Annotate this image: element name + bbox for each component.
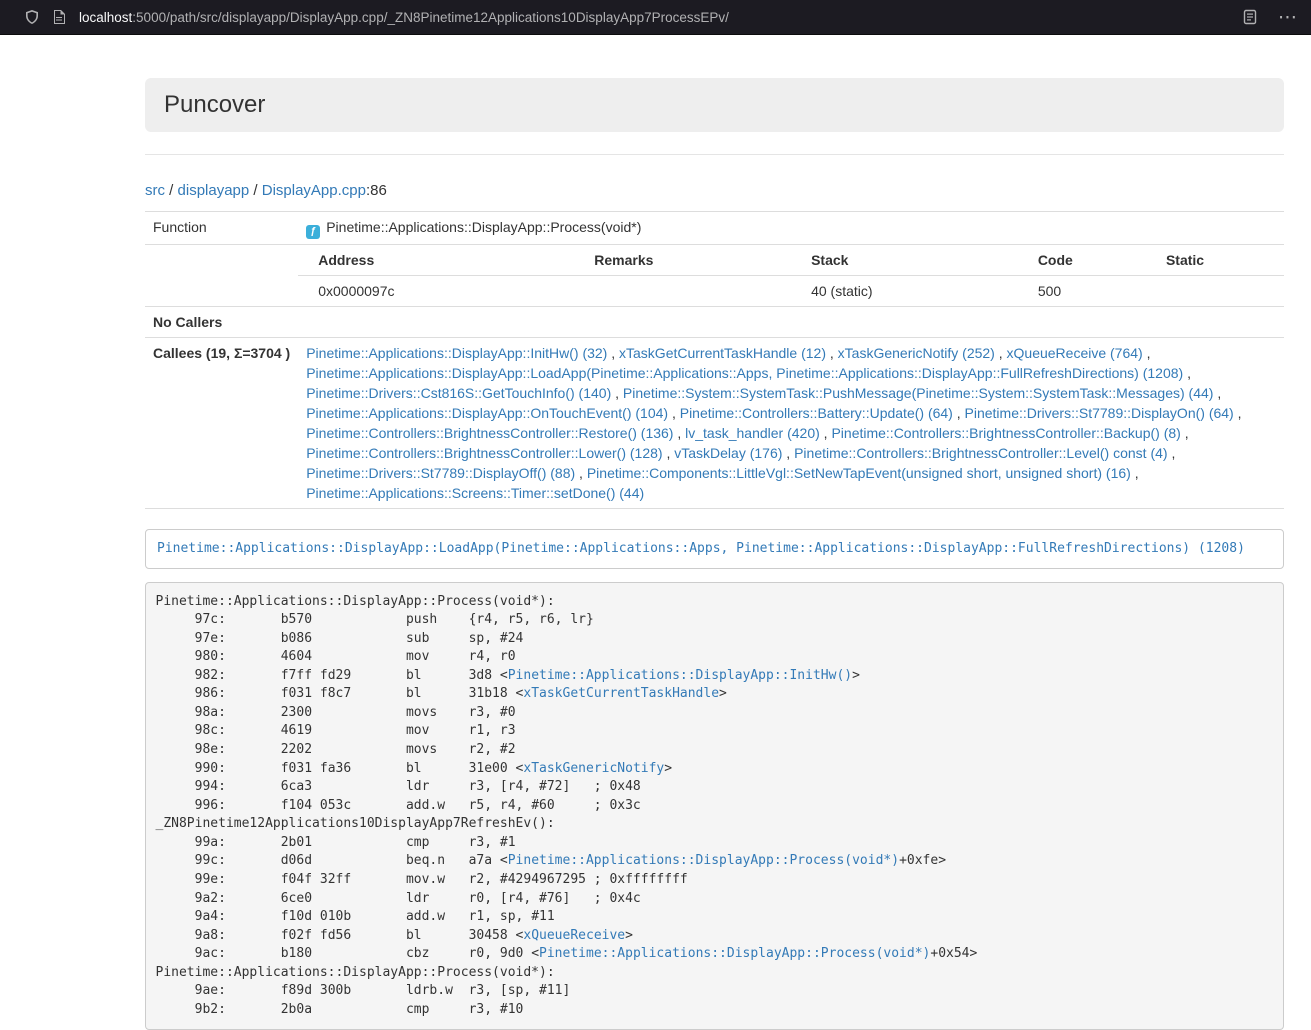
assembly-symbol-link[interactable]: xTaskGetCurrentTaskHandle	[523, 686, 719, 701]
assembly-symbol-link[interactable]: xQueueReceive	[523, 928, 625, 943]
callee-link[interactable]: Pinetime::Controllers::BrightnessControl…	[794, 445, 1167, 461]
function-name: Pinetime::Applications::DisplayApp::Proc…	[326, 219, 641, 235]
column-header: Stack	[791, 245, 1018, 276]
assembly-symbol-link[interactable]: xTaskGenericNotify	[523, 761, 664, 776]
symbol-details-table: AddressRemarksStackCodeStatic 0x0000097c…	[298, 245, 1284, 306]
browser-chrome: localhost:5000/path/src/displayapp/Displ…	[0, 0, 1311, 35]
breadcrumb: src / displayapp / DisplayApp.cpp:86	[145, 181, 1284, 201]
detail-value	[1146, 276, 1284, 307]
breadcrumb-link[interactable]: DisplayApp.cpp	[262, 182, 366, 199]
main-content: Puncover src / displayapp / DisplayApp.c…	[130, 78, 1299, 1030]
function-label: Function	[145, 212, 298, 245]
callee-link[interactable]: xTaskGetCurrentTaskHandle (12)	[619, 345, 826, 361]
callee-link[interactable]: vTaskDelay (176)	[674, 445, 782, 461]
jumbotron: Puncover	[145, 78, 1284, 132]
detail-value: 40 (static)	[791, 276, 1018, 307]
function-type-icon: ƒ	[306, 225, 320, 239]
highlighted-symbol-box: Pinetime::Applications::DisplayApp::Load…	[145, 529, 1284, 569]
callee-link[interactable]: xTaskGenericNotify (252)	[838, 345, 995, 361]
breadcrumb-link[interactable]: src	[145, 182, 165, 199]
no-callers-label: No Callers	[145, 307, 298, 338]
detail-value: 500	[1018, 276, 1146, 307]
callee-link[interactable]: Pinetime::Drivers::Cst816S::GetTouchInfo…	[306, 385, 611, 401]
callees-list: Pinetime::Applications::DisplayApp::Init…	[298, 338, 1284, 509]
site-info-icon[interactable]	[52, 9, 66, 25]
detail-value	[574, 276, 791, 307]
callee-link[interactable]: Pinetime::Applications::DisplayApp::Init…	[306, 345, 607, 361]
callee-link[interactable]: Pinetime::Drivers::St7789::DisplayOn() (…	[965, 405, 1234, 421]
no-callers-row: No Callers	[145, 307, 1284, 338]
callee-link[interactable]: Pinetime::Controllers::BrightnessControl…	[831, 425, 1180, 441]
url-path: :5000/path/src/displayapp/DisplayApp.cpp…	[132, 10, 729, 25]
column-header: Remarks	[574, 245, 791, 276]
page-title: Puncover	[164, 91, 1265, 119]
callees-row: Callees (19, Σ=3704 ) Pinetime::Applicat…	[145, 338, 1284, 509]
assembly-listing: Pinetime::Applications::DisplayApp::Proc…	[145, 582, 1284, 1030]
column-header: Static	[1146, 245, 1284, 276]
callee-link[interactable]: lv_task_handler (420)	[685, 425, 820, 441]
callee-link[interactable]: Pinetime::Drivers::St7789::DisplayOff() …	[306, 465, 575, 481]
column-header: Code	[1018, 245, 1146, 276]
callee-link[interactable]: Pinetime::Applications::DisplayApp::Load…	[306, 365, 1183, 381]
assembly-symbol-link[interactable]: Pinetime::Applications::DisplayApp::Init…	[508, 668, 852, 683]
assembly-symbol-link[interactable]: Pinetime::Applications::DisplayApp::Proc…	[508, 853, 899, 868]
tracking-shield-icon[interactable]	[24, 9, 40, 25]
callees-label: Callees (19, Σ=3704 )	[145, 338, 298, 509]
callee-link[interactable]: Pinetime::Controllers::BrightnessControl…	[306, 425, 673, 441]
callee-link[interactable]: Pinetime::Applications::Screens::Timer::…	[306, 485, 644, 501]
details-row: AddressRemarksStackCodeStatic 0x0000097c…	[145, 245, 1284, 307]
callee-link[interactable]: xQueueReceive (764)	[1007, 345, 1143, 361]
url-bar[interactable]: localhost:5000/path/src/displayapp/Displ…	[79, 10, 1242, 25]
callee-link[interactable]: Pinetime::System::SystemTask::PushMessag…	[623, 385, 1214, 401]
symbol-table: Function ƒPinetime::Applications::Displa…	[145, 211, 1284, 509]
breadcrumb-link[interactable]: displayapp	[178, 182, 250, 199]
column-header: Address	[298, 245, 574, 276]
breadcrumb-line-number: :86	[366, 182, 387, 199]
divider	[145, 154, 1284, 155]
callee-link[interactable]: Pinetime::Applications::DisplayApp::OnTo…	[306, 405, 668, 421]
reader-mode-icon[interactable]	[1242, 9, 1258, 25]
callee-link[interactable]: Pinetime::Controllers::BrightnessControl…	[306, 445, 662, 461]
assembly-symbol-link[interactable]: Pinetime::Applications::DisplayApp::Proc…	[539, 946, 930, 961]
callee-link[interactable]: Pinetime::Components::LittleVgl::SetNewT…	[587, 465, 1131, 481]
callee-link[interactable]: Pinetime::Controllers::Battery::Update()…	[680, 405, 953, 421]
overflow-menu-icon[interactable]: ⋯	[1278, 8, 1297, 27]
detail-value: 0x0000097c	[298, 276, 574, 307]
highlighted-symbol-link[interactable]: Pinetime::Applications::DisplayApp::Load…	[157, 541, 1245, 556]
url-host: localhost	[79, 10, 132, 25]
function-row: Function ƒ Pinetime::Applications::Displa…	[145, 212, 1284, 245]
